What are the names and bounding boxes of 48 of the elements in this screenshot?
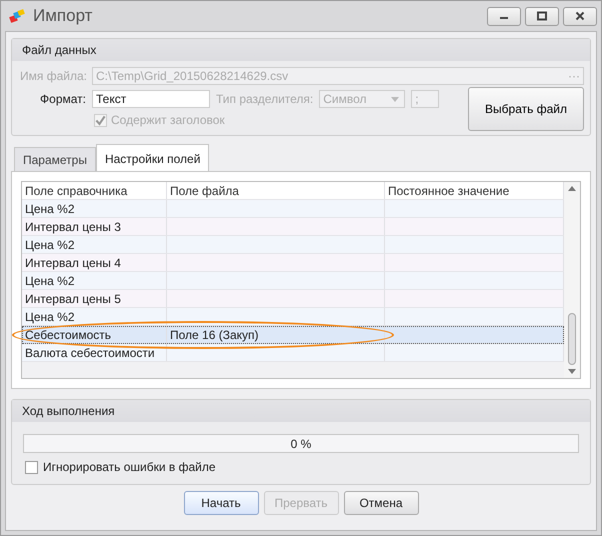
maximize-button[interactable] <box>525 6 559 26</box>
table-row[interactable]: Цена %2 <box>22 272 564 290</box>
table-row[interactable]: Интервал цены 4 <box>22 254 564 272</box>
table-cell: Интервал цены 4 <box>22 254 167 271</box>
scrollbar[interactable] <box>564 182 580 378</box>
table-row[interactable]: Цена %2 <box>22 236 564 254</box>
table-cell: Цена %2 <box>22 200 167 217</box>
table-cell: Интервал цены 3 <box>22 218 167 235</box>
table-cell: Цена %2 <box>22 272 167 289</box>
table-cell: Цена %2 <box>22 308 167 325</box>
checkbox-label: Игнорировать ошибки в файле <box>43 460 216 474</box>
close-button[interactable] <box>563 6 597 26</box>
scroll-up-icon[interactable] <box>568 186 576 191</box>
checkbox-label: Содержит заголовок <box>111 113 225 127</box>
table-cell: Поле 16 (Закуп) <box>167 326 385 343</box>
close-icon <box>575 11 585 21</box>
table-cell: Интервал цены 5 <box>22 290 167 307</box>
field-label: Имя файла: <box>20 69 86 83</box>
app-icon <box>9 9 25 23</box>
table-row[interactable]: Цена %2 <box>22 200 564 218</box>
table-cell: Цена %2 <box>22 236 167 253</box>
dropdown-arrow-icon <box>391 96 400 102</box>
column-header[interactable]: Поле справочника <box>22 182 167 199</box>
table-row[interactable]: Валюта себестоимости <box>22 344 564 362</box>
maximize-icon <box>537 11 547 21</box>
group-title: Ход выполнения <box>22 404 115 418</box>
window-title: Импорт <box>33 6 92 26</box>
table-row[interactable]: Интервал цены 5 <box>22 290 564 308</box>
table-row[interactable]: Себестоимость Поле 16 (Закуп) <box>22 326 564 344</box>
progress-reading: 0 % <box>290 436 312 450</box>
table-cell: Валюта себестоимости <box>22 344 167 361</box>
field-label: Формат: <box>39 92 86 106</box>
tab[interactable]: Параметры <box>14 147 96 172</box>
column-header[interactable]: Поле файла <box>167 182 385 199</box>
format-field[interactable]: Текст <box>92 90 210 108</box>
choose-file-button[interactable]: Выбрать файл <box>468 87 584 131</box>
ignore-errors-checkbox[interactable] <box>25 460 38 474</box>
scrollbar-thumb[interactable] <box>568 313 576 365</box>
minimize-button[interactable] <box>487 6 521 26</box>
scroll-down-icon[interactable] <box>568 369 576 374</box>
field-label: Тип разделителя: <box>216 92 314 106</box>
table-cell: Себестоимость <box>22 326 167 343</box>
dialog-button[interactable]: Начать <box>184 491 258 515</box>
table-row[interactable]: Цена %2 <box>22 308 564 326</box>
table-row[interactable]: Интервал цены 3 <box>22 218 564 236</box>
group-title: Файл данных <box>22 43 96 57</box>
dialog-button[interactable]: Отмена <box>344 491 418 515</box>
tab[interactable]: Настройки полей <box>96 144 210 172</box>
